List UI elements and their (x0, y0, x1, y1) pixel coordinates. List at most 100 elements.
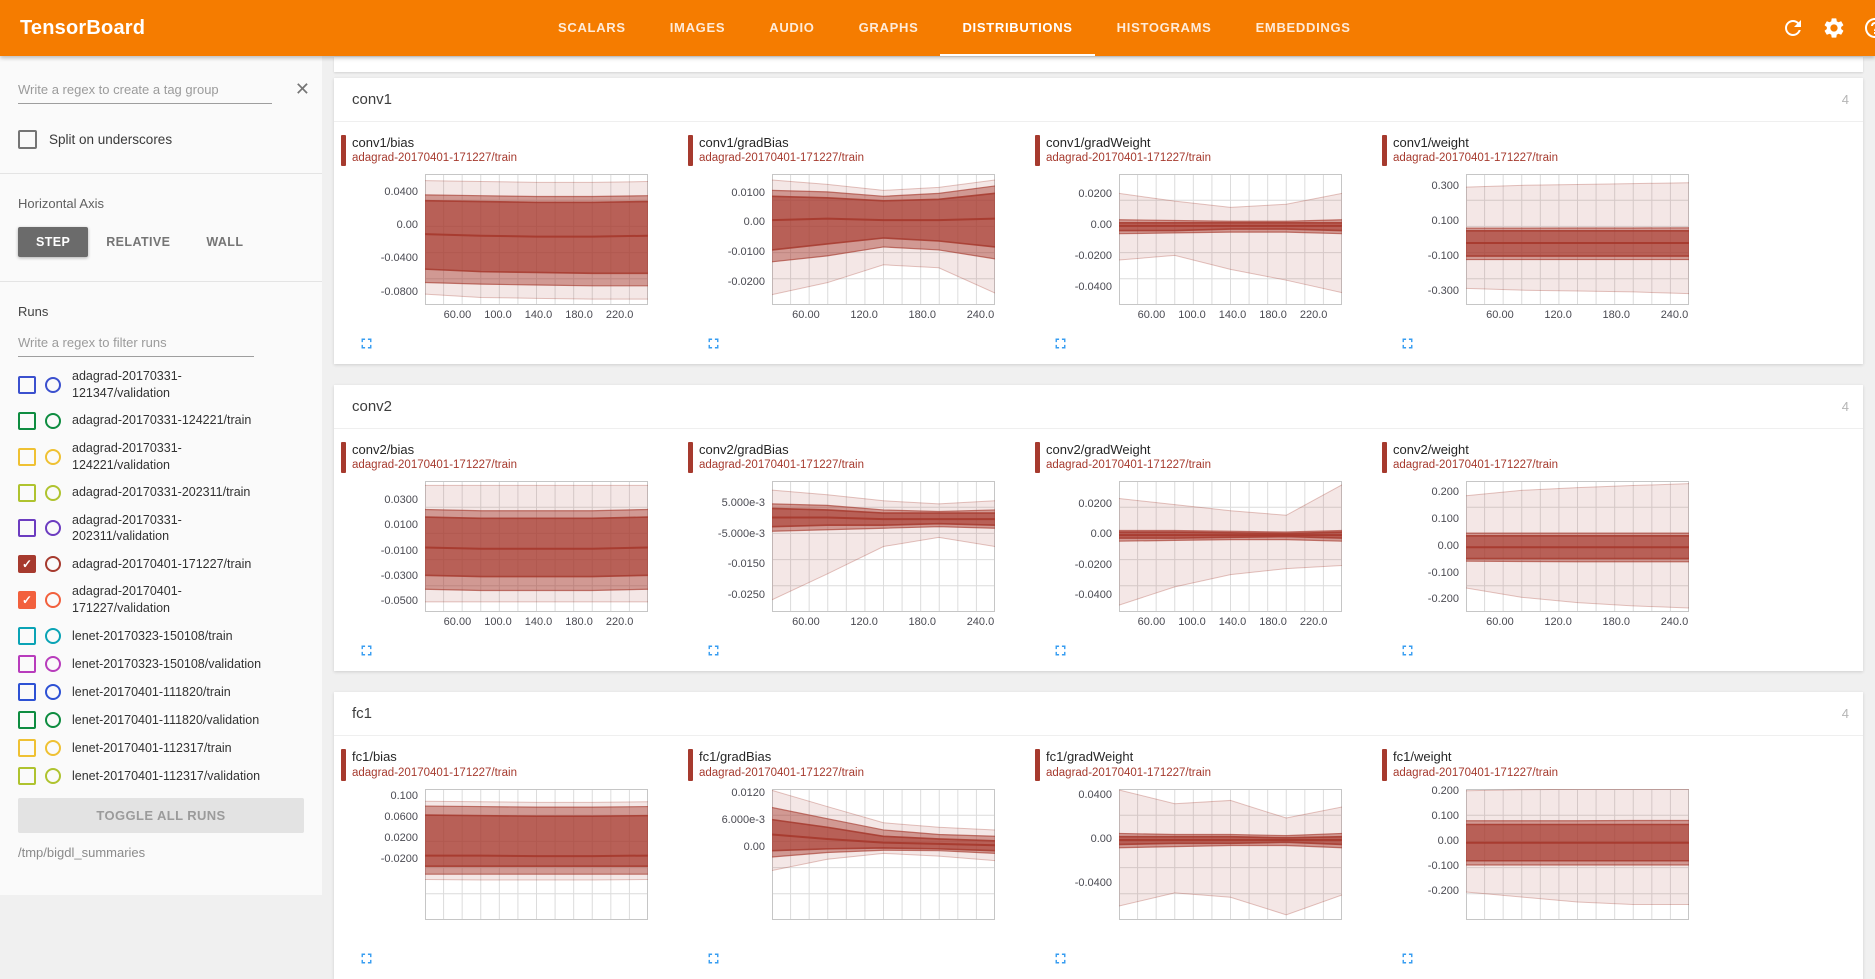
expand-icon[interactable] (705, 335, 722, 352)
tab-audio[interactable]: AUDIO (747, 0, 836, 56)
run-row[interactable]: adagrad-20170331-121347/validation (18, 363, 304, 407)
run-checkbox[interactable] (18, 519, 36, 537)
axis-option-step[interactable]: STEP (18, 227, 88, 257)
x-axis-labels: 60.00100.0140.0180.0220.0 (1119, 305, 1342, 322)
expand-icon[interactable] (358, 642, 375, 659)
distribution-plot[interactable] (425, 481, 648, 612)
runs-filter-input[interactable] (18, 331, 254, 357)
run-checkbox[interactable] (18, 683, 36, 701)
run-checkbox[interactable] (18, 711, 36, 729)
run-checkbox[interactable] (18, 627, 36, 645)
split-underscores-checkbox[interactable] (18, 130, 37, 149)
run-row[interactable]: lenet-20170323-150108/validation (18, 650, 304, 678)
distribution-plot[interactable] (425, 789, 648, 920)
distribution-plot[interactable] (1119, 789, 1342, 920)
section-header-conv1[interactable]: conv14 (334, 78, 1863, 122)
run-row[interactable]: lenet-20170401-112317/validation (18, 762, 304, 788)
run-checkbox[interactable]: ✓ (18, 555, 36, 573)
run-checkbox[interactable] (18, 376, 36, 394)
charts-row: fc1/biasadagrad-20170401-171227/train0.1… (334, 736, 1863, 978)
y-axis-labels: 0.2000.1000.00-0.100-0.200 (1375, 789, 1466, 920)
run-checkbox[interactable] (18, 655, 36, 673)
expand-icon[interactable] (1052, 642, 1069, 659)
section-card-conv2: conv24conv2/biasadagrad-20170401-171227/… (334, 385, 1863, 671)
x-tick-label: 100.0 (478, 616, 518, 628)
expand-icon[interactable] (705, 950, 722, 967)
run-color-circle[interactable] (45, 520, 61, 536)
tag-group-regex-input[interactable] (18, 78, 272, 104)
run-checkbox[interactable] (18, 484, 36, 502)
distribution-plot[interactable] (1119, 481, 1342, 612)
x-tick-label: 220.0 (600, 309, 640, 321)
tab-distributions[interactable]: DISTRIBUTIONS (940, 0, 1094, 56)
run-row[interactable]: adagrad-20170331-124221/train (18, 407, 304, 435)
run-color-circle[interactable] (45, 628, 61, 644)
refresh-icon[interactable] (1781, 16, 1805, 40)
run-checkbox[interactable]: ✓ (18, 591, 36, 609)
distribution-plot[interactable] (772, 481, 995, 612)
distribution-plot[interactable] (425, 174, 648, 305)
expand-icon[interactable] (1399, 335, 1416, 352)
run-checkbox[interactable] (18, 412, 36, 430)
run-color-circle[interactable] (45, 485, 61, 501)
run-row[interactable]: lenet-20170323-150108/train (18, 622, 304, 650)
expand-icon[interactable] (358, 335, 375, 352)
run-color-circle[interactable] (45, 712, 61, 728)
section-header-fc1[interactable]: fc14 (334, 692, 1863, 736)
run-color-circle[interactable] (45, 740, 61, 756)
axis-option-relative[interactable]: RELATIVE (88, 227, 188, 257)
axis-option-wall[interactable]: WALL (188, 227, 261, 257)
main-content: conv14conv1/biasadagrad-20170401-171227/… (322, 56, 1875, 895)
run-color-circle[interactable] (45, 413, 61, 429)
tab-graphs[interactable]: GRAPHS (837, 0, 941, 56)
run-checkbox[interactable] (18, 739, 36, 757)
expand-icon[interactable] (1052, 335, 1069, 352)
run-color-circle[interactable] (45, 592, 61, 608)
distribution-plot[interactable] (1466, 789, 1689, 920)
tab-images[interactable]: IMAGES (648, 0, 747, 56)
distribution-plot[interactable] (1466, 481, 1689, 612)
expand-icon[interactable] (358, 950, 375, 967)
run-color-circle[interactable] (45, 656, 61, 672)
expand-icon[interactable] (705, 642, 722, 659)
run-label: lenet-20170401-112317/validation (72, 768, 272, 785)
run-row[interactable]: adagrad-20170331-202311/train (18, 479, 304, 507)
settings-icon[interactable] (1822, 16, 1846, 40)
run-row[interactable]: lenet-20170401-112317/train (18, 734, 304, 762)
distribution-plot[interactable] (1466, 174, 1689, 305)
run-row[interactable]: adagrad-20170331-124221/validation (18, 435, 304, 479)
distribution-plot[interactable] (772, 174, 995, 305)
y-tick-label: -0.0500 (381, 595, 418, 607)
run-checkbox[interactable] (18, 767, 36, 785)
run-row[interactable]: ✓adagrad-20170401-171227/validation (18, 578, 304, 622)
section-header-conv2[interactable]: conv24 (334, 385, 1863, 429)
run-row[interactable]: lenet-20170401-111820/validation (18, 706, 304, 734)
run-label: lenet-20170323-150108/validation (72, 656, 272, 673)
x-tick-label: 180.0 (1596, 616, 1636, 628)
run-color-circle[interactable] (45, 556, 61, 572)
tab-scalars[interactable]: SCALARS (536, 0, 648, 56)
x-axis-labels (1466, 920, 1689, 937)
run-color-circle[interactable] (45, 377, 61, 393)
run-row[interactable]: ✓adagrad-20170401-171227/train (18, 550, 304, 578)
y-tick-label: 6.000e-3 (722, 814, 765, 826)
y-tick-label: -0.0400 (381, 252, 418, 264)
expand-icon[interactable] (1399, 642, 1416, 659)
close-icon[interactable]: ✕ (295, 80, 310, 98)
toggle-all-runs-button[interactable]: TOGGLE ALL RUNS (18, 798, 304, 833)
tab-embeddings[interactable]: EMBEDDINGS (1234, 0, 1373, 56)
expand-icon[interactable] (1052, 950, 1069, 967)
run-checkbox[interactable] (18, 448, 36, 466)
charts-row: conv2/biasadagrad-20170401-171227/train0… (334, 429, 1863, 671)
expand-icon[interactable] (1399, 950, 1416, 967)
run-color-circle[interactable] (45, 684, 61, 700)
run-row[interactable]: lenet-20170401-111820/train (18, 678, 304, 706)
tab-histograms[interactable]: HISTOGRAMS (1095, 0, 1234, 56)
distribution-plot[interactable] (1119, 174, 1342, 305)
help-icon[interactable] (1863, 16, 1875, 40)
run-color-circle[interactable] (45, 449, 61, 465)
run-row[interactable]: adagrad-20170331-202311/validation (18, 507, 304, 551)
run-color-bar (688, 749, 693, 780)
distribution-plot[interactable] (772, 789, 995, 920)
run-color-circle[interactable] (45, 768, 61, 784)
